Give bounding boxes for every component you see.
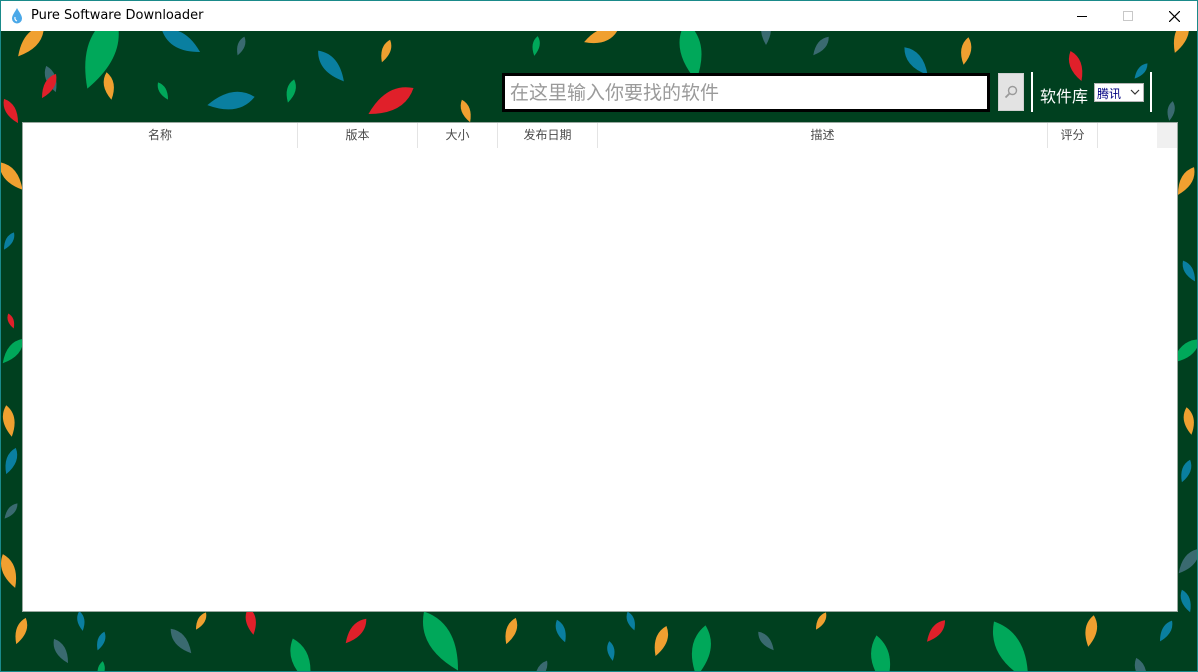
table-header: 名称 版本 大小 发布日期 描述 评分 [23, 123, 1177, 148]
leaf-decoration [1180, 589, 1191, 613]
leaf-decoration [286, 79, 296, 103]
library-select[interactable]: 腾讯 [1094, 83, 1144, 102]
maximize-icon [1123, 11, 1133, 21]
leaf-decoration [607, 641, 615, 661]
leaf-decoration [1159, 620, 1173, 642]
leaf-decoration [1181, 459, 1192, 483]
separator [1150, 72, 1152, 112]
column-header-version[interactable]: 版本 [298, 123, 418, 148]
leaf-decoration [654, 625, 669, 657]
window-title: Pure Software Downloader [31, 8, 204, 23]
leaf-decoration [97, 631, 106, 651]
leaf-decoration [813, 36, 829, 56]
leaf-decoration [1, 554, 17, 588]
leaf-decoration [5, 447, 18, 475]
close-icon [1168, 10, 1180, 22]
leaf-decoration [423, 611, 459, 671]
water-drop-icon [11, 8, 23, 24]
leaf-decoration [871, 635, 891, 671]
leaf-decoration [85, 31, 119, 89]
leaf-decoration [3, 232, 15, 250]
leaf-decoration [555, 619, 566, 643]
leaf-decoration [1068, 50, 1083, 82]
table-body[interactable] [23, 148, 1177, 611]
leaf-decoration [290, 638, 311, 671]
library-select-value: 腾讯 [1097, 87, 1122, 101]
leaf-decoration [237, 36, 246, 56]
leaf-decoration [993, 621, 1029, 671]
leaf-decoration [532, 36, 540, 56]
leaf-decoration [815, 612, 827, 630]
leaf-decoration [103, 72, 114, 100]
minimize-button[interactable] [1059, 1, 1105, 31]
search-icon [1004, 85, 1018, 99]
leaf-decoration [691, 625, 711, 671]
leaf-decoration [761, 31, 771, 45]
leaf-decoration [97, 661, 105, 671]
search-button[interactable] [998, 73, 1024, 111]
column-header-size[interactable]: 大小 [418, 123, 498, 148]
column-header-description[interactable]: 描述 [598, 123, 1048, 148]
leaf-decoration [460, 99, 471, 123]
maximize-button[interactable] [1105, 1, 1151, 31]
leaf-decoration [1182, 260, 1196, 282]
leaf-decoration [53, 638, 69, 664]
column-header-name[interactable]: 名称 [23, 123, 298, 148]
leaf-decoration [1183, 407, 1194, 435]
leaf-decoration [318, 50, 344, 82]
leaf-decoration [7, 313, 15, 329]
leaf-decoration [584, 31, 618, 44]
leaf-decoration [77, 611, 85, 631]
library-label: 软件库 [1040, 87, 1089, 106]
app-window: Pure Software Downloader 软件库 腾讯 名称 版本 大小… [0, 0, 1198, 672]
leaf-decoration [170, 628, 192, 654]
leaf-decoration [368, 87, 414, 115]
leaf-decoration [505, 617, 518, 645]
separator [1031, 72, 1033, 112]
leaf-decoration [381, 39, 392, 63]
leaf-decoration [1173, 31, 1189, 53]
minimize-icon [1077, 16, 1087, 17]
leaf-decoration [1134, 63, 1148, 79]
software-table[interactable]: 名称 版本 大小 发布日期 描述 评分 [22, 122, 1178, 612]
chevron-down-icon [1130, 89, 1140, 95]
leaf-decoration [195, 612, 207, 630]
leaf-decoration [207, 91, 255, 110]
leaf-decoration [1085, 615, 1098, 647]
leaf-decoration [927, 620, 945, 642]
close-button[interactable] [1151, 1, 1197, 31]
leaf-decoration [157, 82, 169, 100]
title-bar[interactable]: Pure Software Downloader [1, 1, 1197, 31]
leaf-decoration [3, 98, 19, 124]
leaf-decoration [1167, 101, 1175, 121]
leaf-decoration [758, 631, 774, 651]
leaf-decoration [18, 31, 44, 57]
column-header-rating[interactable]: 评分 [1048, 123, 1098, 148]
leaf-decoration [961, 37, 972, 65]
leaf-decoration [1134, 657, 1147, 671]
header-filler [1157, 123, 1177, 148]
leaf-decoration [4, 503, 18, 519]
leaf-decoration [534, 660, 548, 671]
search-input[interactable] [502, 73, 990, 112]
leaf-decoration [626, 611, 635, 631]
leaf-decoration [2, 405, 15, 437]
leaf-decoration [161, 31, 201, 53]
column-header-release-date[interactable]: 发布日期 [498, 123, 598, 148]
leaf-decoration [345, 618, 367, 644]
leaf-decoration [15, 617, 28, 645]
